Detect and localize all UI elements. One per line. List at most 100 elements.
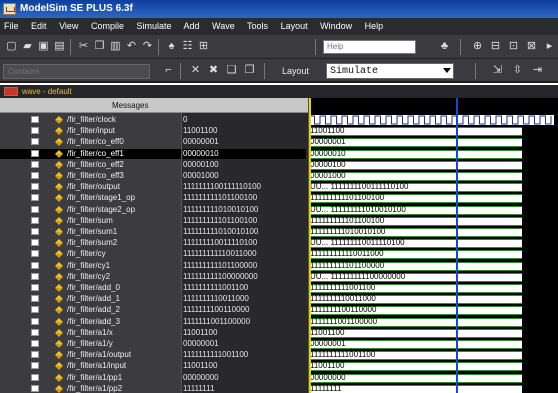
layout-select[interactable]: Simulate [326, 63, 454, 79]
expand-toggle-icon[interactable] [31, 172, 39, 179]
expand-toggle-icon[interactable] [31, 127, 39, 135]
signal-row[interactable]: /fir_filter/a1/pp1 [0, 373, 181, 383]
expand-toggle-icon[interactable] [31, 295, 39, 303]
signal-row[interactable]: /fir_filter/cy1 [0, 261, 181, 271]
structure-icon[interactable]: ⊞ [196, 39, 211, 54]
signal-waveform[interactable]: 1111111110011000 [309, 294, 522, 305]
time-cursor-yellow[interactable] [309, 98, 311, 393]
signal-waveform[interactable] [308, 115, 554, 125]
find-icon[interactable]: ♠ [164, 39, 179, 54]
expand-toggle-icon[interactable] [31, 228, 39, 235]
step-into-icon[interactable]: ⇲ [490, 63, 505, 78]
help-search-input[interactable] [323, 40, 416, 54]
signal-row[interactable]: /fir_filter/cy [0, 249, 181, 259]
expand-toggle-icon[interactable] [31, 250, 39, 258]
step-over-icon[interactable]: ⇳ [510, 63, 525, 78]
help-binoculars-icon[interactable]: ♣ [437, 39, 452, 54]
hierarchy-icon[interactable]: ☷ [180, 39, 195, 54]
signal-row[interactable]: /fir_filter/a1/output [0, 350, 181, 360]
expand-toggle-icon[interactable] [31, 205, 39, 213]
signal-waveform[interactable]: 00000100 [309, 160, 522, 170]
signal-waveform[interactable]: UU... 1111111100111110100 [309, 182, 522, 193]
more-tools-icon[interactable]: ▸ [542, 39, 557, 54]
signal-row[interactable]: /fir_filter/clock [0, 115, 181, 125]
time-cursor-blue[interactable] [456, 98, 458, 393]
signal-waveform[interactable]: 111111111010010100 [309, 227, 522, 237]
signal-row[interactable]: /fir_filter/a1/input [0, 361, 181, 371]
signal-waveform[interactable]: 11001100 [309, 126, 522, 137]
signal-row[interactable]: /fir_filter/add_2 [0, 305, 181, 315]
signal-waveform[interactable]: 00000001 [309, 339, 522, 349]
signal-waveform[interactable]: 1111111111001100 [309, 350, 522, 361]
signal-waveform[interactable]: 00000010 [309, 149, 522, 159]
signal-waveform[interactable]: 00000001 [309, 137, 522, 148]
compile-icon[interactable]: ⊕ [470, 39, 485, 54]
copy-page-icon[interactable]: ❏ [224, 63, 239, 78]
expand-toggle-icon[interactable] [31, 351, 39, 359]
menu-view[interactable]: View [59, 21, 78, 31]
save-icon[interactable]: ▣ [36, 39, 51, 54]
signal-waveform[interactable]: 1111111100110000 [309, 305, 522, 316]
signal-waveform[interactable]: 1111111111001100 [309, 283, 522, 293]
signal-waveform[interactable]: UU... 111111111010010100 [309, 205, 522, 215]
signal-waveform[interactable]: 11001100 [309, 328, 522, 338]
expand-toggle-icon[interactable] [31, 384, 39, 392]
expand-toggle-icon[interactable] [31, 116, 39, 123]
signal-waveform[interactable]: 111111111101100100 [309, 216, 522, 226]
expand-toggle-icon[interactable] [31, 239, 39, 247]
signal-row[interactable]: /fir_filter/add_1 [0, 294, 181, 304]
undo-icon[interactable]: ↶ [124, 39, 139, 54]
signal-row[interactable]: /fir_filter/co_eff2 [0, 160, 181, 170]
expand-toggle-icon[interactable] [31, 317, 39, 325]
signal-row[interactable]: /fir_filter/cy2 [0, 272, 181, 282]
print-icon[interactable]: ▤ [52, 39, 67, 54]
messages-column-header[interactable]: Messages [0, 98, 181, 113]
expand-toggle-icon[interactable] [31, 261, 39, 269]
signal-row[interactable]: /fir_filter/co_eff0 [0, 137, 181, 147]
signal-row[interactable]: /fir_filter/input [0, 126, 181, 136]
expand-toggle-icon[interactable] [31, 340, 39, 347]
expand-toggle-icon[interactable] [31, 328, 39, 336]
compile-all-icon[interactable]: ⊟ [488, 39, 503, 54]
signal-waveform[interactable]: 1111111001100000 [309, 317, 522, 327]
step-out-icon[interactable]: ⇥ [530, 63, 545, 78]
expand-toggle-icon[interactable] [31, 272, 39, 280]
signal-row[interactable]: /fir_filter/sum [0, 216, 181, 226]
menu-help[interactable]: Help [365, 21, 384, 31]
signal-row[interactable]: /fir_filter/co_eff3 [0, 171, 181, 181]
menu-tools[interactable]: Tools [247, 21, 268, 31]
menu-file[interactable]: File [4, 21, 19, 31]
signal-row[interactable]: /fir_filter/output [0, 182, 181, 192]
filter-clear-icon[interactable]: ⌐ [161, 63, 176, 78]
expand-toggle-icon[interactable] [31, 284, 39, 291]
signal-waveform[interactable]: 11001100 [309, 361, 522, 372]
signal-waveform[interactable]: 11111111 [309, 384, 522, 393]
signal-waveform[interactable]: 111111111101100100 [309, 193, 522, 204]
signal-row[interactable]: /fir_filter/add_0 [0, 283, 181, 293]
expand-toggle-icon[interactable] [31, 362, 39, 370]
signal-row[interactable]: /fir_filter/add_3 [0, 317, 181, 327]
redo-icon[interactable]: ↷ [140, 39, 155, 54]
expand-toggle-icon[interactable] [31, 138, 39, 146]
simulate-icon[interactable]: ⊡ [506, 39, 521, 54]
expand-toggle-icon[interactable] [31, 216, 39, 224]
signal-row[interactable]: /fir_filter/sum1 [0, 227, 181, 237]
signal-waveform[interactable]: UU... 111111111100000000 [309, 272, 522, 282]
paste-page-icon[interactable]: ❐ [242, 63, 257, 78]
paste-icon[interactable]: ▥ [108, 39, 123, 54]
signal-waveform[interactable]: UU... 111111110011110100 [309, 238, 522, 249]
new-file-icon[interactable]: ▢ [4, 39, 19, 54]
expand-toggle-icon[interactable] [31, 306, 39, 314]
expand-toggle-icon[interactable] [31, 183, 39, 191]
signal-row[interactable]: /fir_filter/a1/pp2 [0, 384, 181, 393]
expand-toggle-icon[interactable] [31, 373, 39, 381]
menu-wave[interactable]: Wave [212, 21, 235, 31]
menu-add[interactable]: Add [184, 21, 200, 31]
cut-icon[interactable]: ✂ [76, 39, 91, 54]
menu-window[interactable]: Window [320, 21, 352, 31]
contains-filter-input[interactable] [3, 64, 150, 79]
menu-edit[interactable]: Edit [31, 21, 47, 31]
signal-waveform[interactable]: 00001000 [309, 171, 522, 181]
signal-row[interactable]: /fir_filter/stage1_op [0, 193, 181, 203]
signal-waveform[interactable]: 00000000 [309, 373, 522, 383]
